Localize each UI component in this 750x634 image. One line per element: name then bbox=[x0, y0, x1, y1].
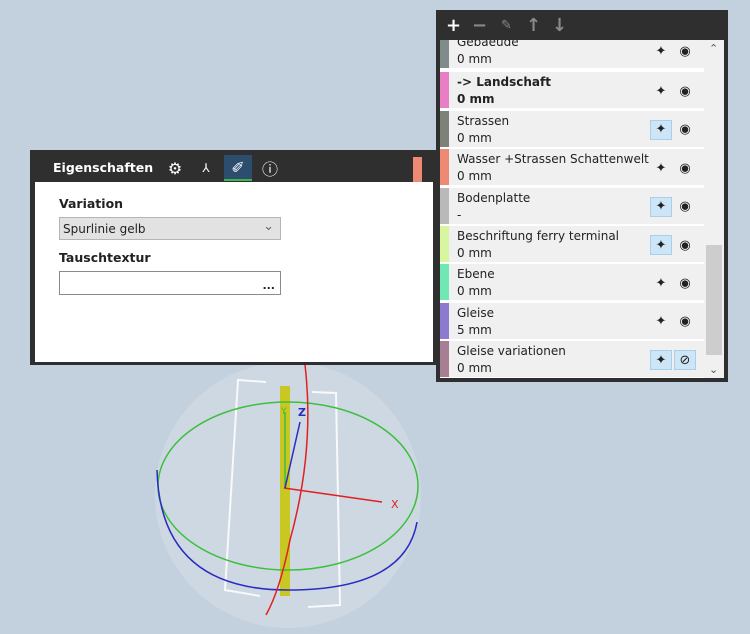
layer-name: Gleise variationen bbox=[457, 344, 566, 359]
properties-header: Eigenschaften ⚙ ⅄ ✐ ⓘ bbox=[30, 150, 438, 182]
browse-button[interactable]: ... bbox=[262, 279, 275, 292]
info-icon[interactable]: ⓘ bbox=[256, 155, 284, 181]
texture-label: Tauschtextur bbox=[59, 250, 151, 265]
scroll-up-icon[interactable]: ⌃ bbox=[709, 42, 718, 55]
brush-icon[interactable]: ✐ bbox=[224, 155, 252, 181]
eye-icon[interactable]: ◉ bbox=[674, 312, 696, 332]
variation-value: Spurlinie gelb bbox=[63, 222, 146, 236]
layer-offset: 0 mm bbox=[457, 361, 492, 376]
eye-hidden-icon[interactable]: ⊘ bbox=[674, 350, 696, 371]
layer-row[interactable]: Gleise variationen 0 mm ✦ ⊘ bbox=[440, 341, 704, 378]
texture-input[interactable]: ... bbox=[59, 271, 281, 295]
pin-icon[interactable]: ✦ bbox=[650, 158, 672, 178]
layer-color bbox=[440, 264, 449, 301]
layer-row[interactable]: Wasser +Strassen Schattenwelt 0 mm ✦ ◉ bbox=[440, 149, 704, 186]
eye-icon[interactable]: ◉ bbox=[674, 197, 696, 217]
add-layer-button[interactable]: + bbox=[446, 15, 461, 36]
eye-icon[interactable]: ◉ bbox=[674, 41, 696, 61]
layer-list: Gebaeude 0 mm ✦ ◉ -> Landschaft 0 mm ✦ ◉… bbox=[440, 40, 704, 378]
scroll-down-icon[interactable]: ⌄ bbox=[709, 363, 718, 376]
layer-offset: 0 mm bbox=[457, 284, 492, 299]
layer-offset: 5 mm bbox=[457, 322, 492, 337]
layer-name: Ebene bbox=[457, 267, 495, 282]
chevron-down-icon: ⌄ bbox=[263, 219, 274, 234]
pin-icon[interactable]: ✦ bbox=[650, 196, 672, 217]
layer-color bbox=[440, 72, 449, 109]
layer-offset: 0 mm bbox=[457, 246, 492, 260]
panel-title: Eigenschaften bbox=[53, 160, 154, 175]
scrollbar-thumb[interactable] bbox=[706, 245, 722, 355]
gear-icon[interactable]: ⚙ bbox=[161, 155, 189, 181]
eye-icon[interactable]: ◉ bbox=[674, 158, 696, 178]
eye-icon[interactable]: ◉ bbox=[674, 120, 696, 140]
pin-icon[interactable]: ✦ bbox=[650, 119, 672, 140]
panel-color-accent bbox=[413, 157, 422, 182]
eye-icon[interactable]: ◉ bbox=[674, 235, 696, 255]
layer-color bbox=[440, 149, 449, 186]
layer-name: Strassen bbox=[457, 113, 510, 128]
layer-row[interactable]: Bodenplatte - ✦ ◉ bbox=[440, 187, 704, 224]
eye-icon[interactable]: ◉ bbox=[674, 81, 696, 101]
move-down-button[interactable]: ↓ bbox=[552, 15, 567, 36]
layer-offset: 0 mm bbox=[457, 169, 492, 184]
layer-color bbox=[440, 110, 449, 147]
layer-row[interactable]: Ebene 0 mm ✦ ◉ bbox=[440, 264, 704, 301]
properties-panel: Eigenschaften ⚙ ⅄ ✐ ⓘ Variation Spurlini… bbox=[30, 150, 438, 365]
layer-color bbox=[440, 226, 449, 262]
layer-name: -> Landschaft bbox=[457, 75, 551, 90]
layer-offset: 0 mm bbox=[457, 92, 495, 107]
pin-icon[interactable]: ✦ bbox=[650, 81, 672, 101]
variation-dropdown[interactable]: Spurlinie gelb ⌄ bbox=[59, 217, 281, 240]
variation-label: Variation bbox=[59, 196, 124, 211]
move-up-button[interactable]: ↑ bbox=[526, 15, 541, 36]
layer-offset: 0 mm bbox=[457, 52, 492, 66]
layer-row[interactable]: -> Landschaft 0 mm ✦ ◉ bbox=[440, 72, 704, 109]
layer-row[interactable]: Strassen 0 mm ✦ ◉ bbox=[440, 110, 704, 147]
layer-name: Wasser +Strassen Schattenwelt bbox=[457, 152, 649, 167]
layer-row[interactable]: Gebaeude 0 mm ✦ ◉ bbox=[440, 40, 704, 68]
layer-color bbox=[440, 302, 449, 339]
y-axis-label: Y bbox=[280, 407, 287, 417]
scrollbar[interactable]: ⌃ ⌄ bbox=[704, 40, 724, 378]
layer-name: Bodenplatte bbox=[457, 190, 531, 205]
z-axis-label: Z bbox=[298, 406, 306, 419]
eye-icon[interactable]: ◉ bbox=[674, 273, 696, 293]
layer-color bbox=[440, 341, 449, 378]
layers-panel: + − ✎ ↑ ↓ Gebaeude 0 mm ✦ ◉ -> Landschaf… bbox=[436, 10, 728, 382]
axes-icon[interactable]: ⅄ bbox=[192, 155, 220, 181]
layers-toolbar: + − ✎ ↑ ↓ bbox=[436, 10, 728, 40]
layer-name: Gleise bbox=[457, 305, 494, 320]
layer-color bbox=[440, 187, 449, 224]
pin-icon[interactable]: ✦ bbox=[650, 350, 672, 371]
layer-name: Gebaeude bbox=[457, 40, 519, 49]
pin-icon[interactable]: ✦ bbox=[650, 273, 672, 293]
pin-icon[interactable]: ✦ bbox=[650, 41, 672, 61]
layer-offset: 0 mm bbox=[457, 130, 492, 145]
pin-icon[interactable]: ✦ bbox=[650, 235, 672, 255]
layer-offset: - bbox=[457, 207, 462, 222]
x-axis-label: X bbox=[391, 498, 399, 511]
layer-color bbox=[440, 40, 449, 68]
edit-layer-button[interactable]: ✎ bbox=[501, 18, 512, 33]
layer-row[interactable]: Gleise 5 mm ✦ ◉ bbox=[440, 302, 704, 339]
pin-icon[interactable]: ✦ bbox=[650, 312, 672, 332]
layer-name: Beschriftung ferry terminal bbox=[457, 229, 620, 243]
layer-row[interactable]: Beschriftung ferry terminal 0 mm ✦ ◉ bbox=[440, 226, 704, 262]
properties-body: Variation Spurlinie gelb ⌄ Tauschtextur … bbox=[35, 182, 433, 362]
remove-layer-button[interactable]: − bbox=[472, 15, 487, 36]
